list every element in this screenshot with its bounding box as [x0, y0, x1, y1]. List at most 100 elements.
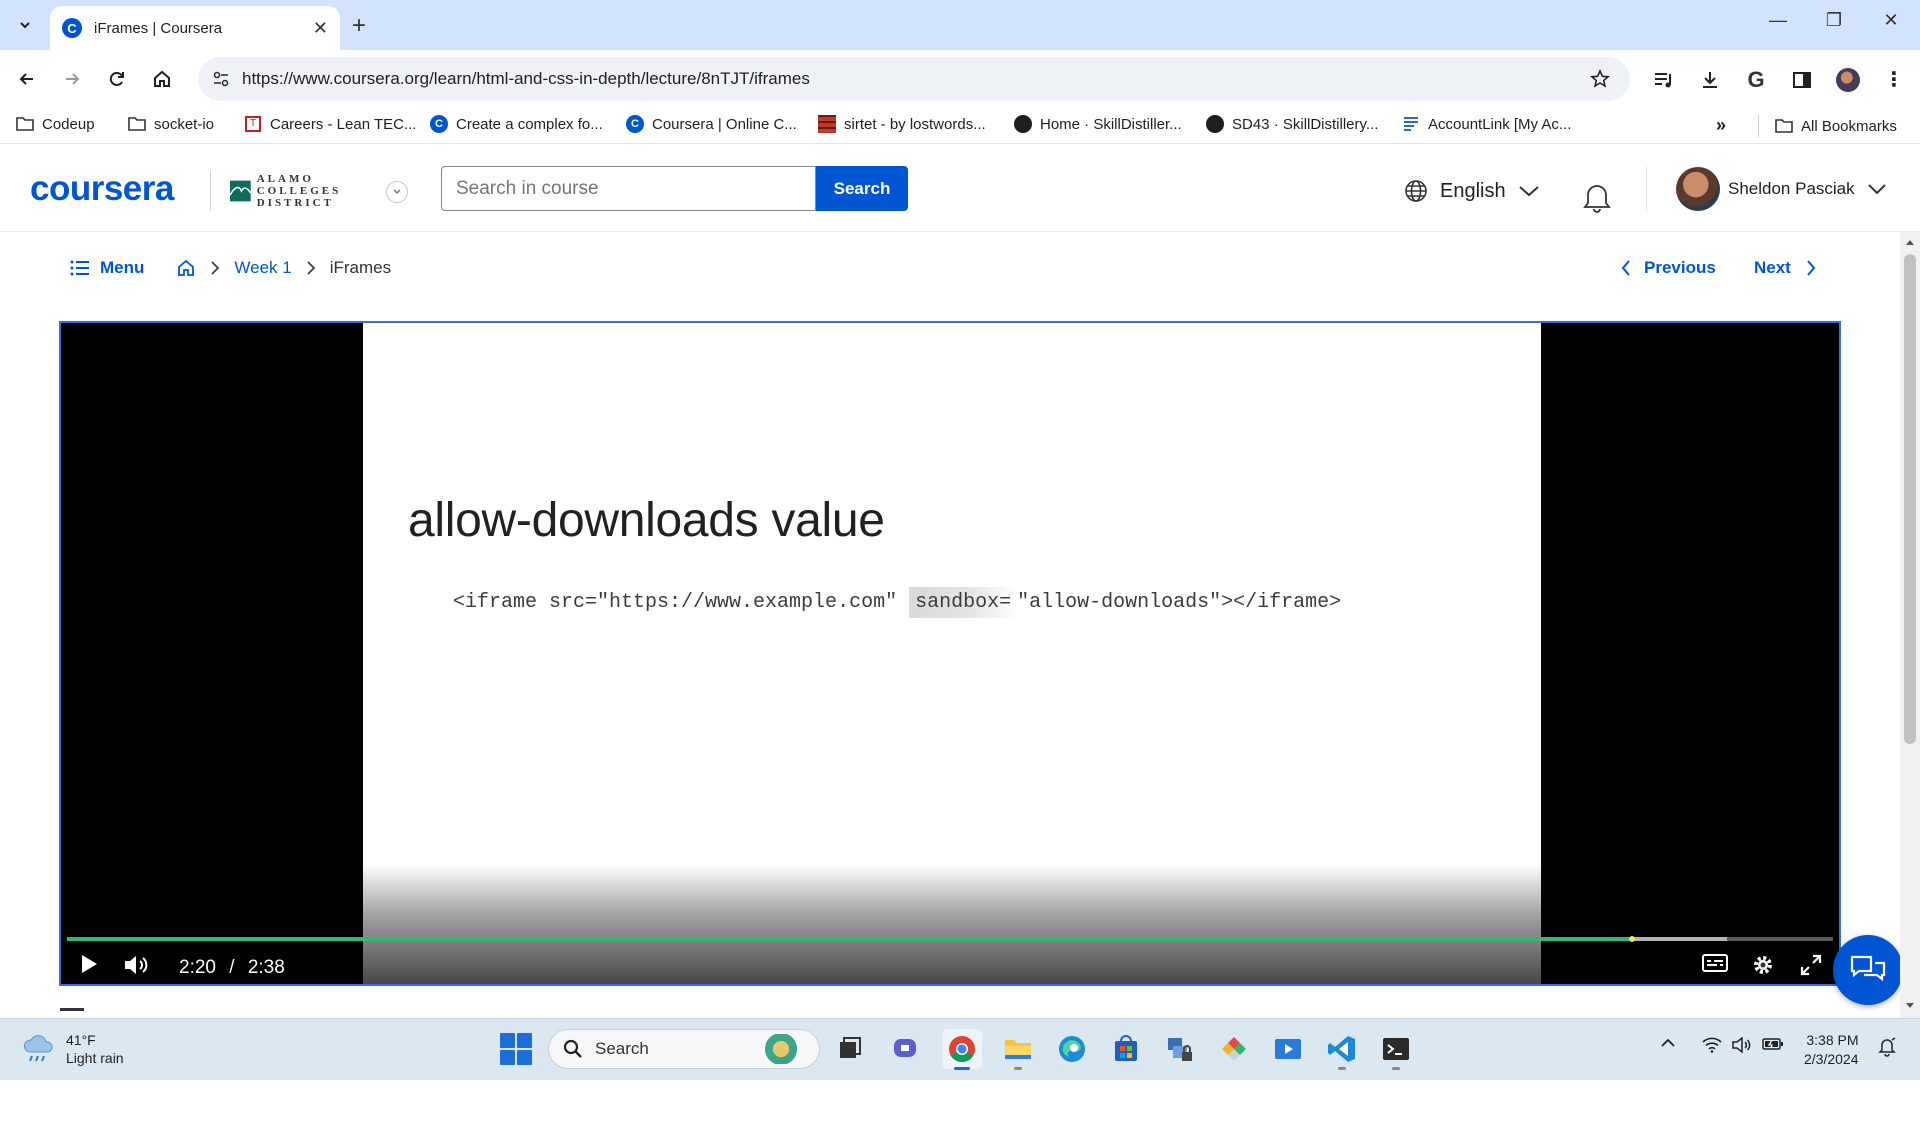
show-hidden-icons-button[interactable]	[1660, 1037, 1676, 1049]
bookmark-star-icon[interactable]	[1590, 69, 1610, 89]
task-view-button[interactable]	[830, 1029, 870, 1069]
vscode-app[interactable]	[1322, 1029, 1362, 1070]
new-tab-button[interactable]: +	[352, 12, 366, 40]
time-separator: /	[229, 957, 235, 978]
minimize-icon[interactable]: —	[1758, 10, 1798, 31]
file-explorer-app[interactable]	[998, 1029, 1038, 1070]
progress-scrubber[interactable]	[1628, 936, 1635, 942]
battery-status[interactable]	[1762, 1037, 1784, 1051]
bookmark-careers-lean-tec[interactable]: T Careers - Lean TEC...	[244, 115, 416, 133]
media-player-app[interactable]	[1268, 1029, 1308, 1069]
volume-button[interactable]	[123, 953, 151, 977]
restore-icon[interactable]: ❐	[1814, 10, 1854, 31]
bookmark-codeup[interactable]: Codeup	[16, 115, 95, 133]
arrow-right-icon	[66, 73, 80, 85]
course-search-button[interactable]: Search	[816, 166, 908, 211]
breadcrumb-week[interactable]: Week 1	[234, 258, 291, 278]
profile-avatar[interactable]	[1834, 66, 1862, 94]
captions-button[interactable]	[1701, 953, 1729, 975]
window-close-icon[interactable]: ✕	[1871, 10, 1911, 31]
coursera-header: coursera ALAMO COLLEGES DISTRICT Search …	[0, 145, 1920, 232]
bookmark-socket-io[interactable]: socket-io	[128, 115, 214, 133]
user-menu-button[interactable]: Sheldon Pasciak	[1728, 179, 1887, 199]
next-button[interactable]: Next	[1754, 258, 1817, 278]
network-lock-icon	[1168, 1038, 1192, 1061]
weather-widget[interactable]: 41°F Light rain	[22, 1031, 124, 1067]
taskbar-search[interactable]: Search	[548, 1029, 820, 1069]
header-divider	[1646, 167, 1647, 211]
bookmark-sd43[interactable]: SD43 · SkillDistillery...	[1206, 115, 1378, 133]
notifications-button[interactable]	[1582, 181, 1612, 218]
bookmark-label: Codeup	[42, 115, 95, 133]
page-scrollbar[interactable]	[1900, 232, 1920, 1018]
microsoft-store-app[interactable]	[1106, 1029, 1146, 1069]
terminal-app[interactable]	[1376, 1029, 1416, 1070]
settings-button[interactable]	[1751, 953, 1775, 977]
bookmark-skilldistiller-home[interactable]: Home · SkillDistiller...	[1014, 115, 1182, 133]
video-player[interactable]: allow-downloads value <iframe src="https…	[59, 321, 1841, 986]
folder-icon	[1775, 117, 1793, 135]
start-button[interactable]	[500, 1033, 532, 1065]
tab-close-icon[interactable]: ✕	[313, 18, 328, 39]
url-text[interactable]: https://www.coursera.org/learn/html-and-…	[242, 69, 810, 89]
language-selector[interactable]: English	[1404, 179, 1540, 203]
bookmarks-bar: Codeup socket-io T Careers - Lean TEC...…	[0, 108, 1920, 144]
bookmarks-overflow-button[interactable]: »	[1716, 115, 1726, 136]
browser-toolbar: https://www.coursera.org/learn/html-and-…	[0, 50, 1920, 108]
fullscreen-icon	[1800, 954, 1822, 976]
address-bar[interactable]: https://www.coursera.org/learn/html-and-…	[198, 57, 1630, 101]
forward-button[interactable]	[57, 64, 87, 94]
bookmark-create-complex[interactable]: C Create a complex fo...	[430, 115, 603, 133]
google-extension-icon[interactable]: G	[1742, 66, 1770, 94]
menu-button[interactable]: Menu	[70, 258, 144, 278]
system-clock[interactable]: 3:38 PM 2/3/2024	[1804, 1031, 1859, 1069]
chevron-right-icon	[306, 260, 316, 276]
scroll-up-icon[interactable]	[1905, 238, 1915, 246]
notification-center-button[interactable]	[1878, 1037, 1896, 1057]
user-avatar[interactable]	[1676, 167, 1720, 211]
chevron-right-icon	[1807, 260, 1816, 276]
taskbar-search-label: Search	[595, 1039, 649, 1058]
bookmark-accountlink[interactable]: AccountLink [My Ac...	[1402, 115, 1571, 133]
chat-button[interactable]	[1833, 935, 1903, 1005]
bookmark-coursera-online[interactable]: C Coursera | Online C...	[626, 115, 797, 133]
network-tool-app[interactable]	[1160, 1029, 1200, 1069]
chrome-app[interactable]	[942, 1029, 982, 1070]
tab-search-button[interactable]	[10, 10, 40, 40]
home-breadcrumb[interactable]	[176, 258, 196, 278]
teams-chat-app[interactable]	[886, 1029, 926, 1069]
sirtet-favicon	[818, 115, 836, 133]
download-icon[interactable]	[1696, 66, 1724, 94]
media-controls-icon[interactable]	[1650, 66, 1678, 94]
bell-icon	[1583, 185, 1611, 213]
duration: 2:38	[247, 957, 285, 978]
git-tool-app[interactable]	[1214, 1029, 1254, 1069]
play-button[interactable]	[79, 953, 99, 975]
previous-button[interactable]: Previous	[1620, 258, 1716, 278]
search-highlight-icon	[753, 1034, 809, 1064]
scrollbar-thumb[interactable]	[1904, 254, 1916, 744]
coursera-logo[interactable]: coursera	[30, 169, 174, 209]
clock-time: 3:38 PM	[1806, 1032, 1859, 1048]
video-progress-bar[interactable]	[67, 936, 1833, 942]
institution-switcher-button[interactable]	[386, 181, 408, 203]
home-button[interactable]	[147, 64, 177, 94]
site-info-icon[interactable]	[212, 70, 230, 88]
bookmark-sirtet[interactable]: sirtet - by lostwords...	[818, 115, 986, 133]
all-bookmarks-button[interactable]: All Bookmarks	[1758, 115, 1897, 137]
edge-app[interactable]	[1052, 1029, 1092, 1069]
reload-button[interactable]	[102, 64, 132, 94]
scroll-down-icon[interactable]	[1905, 1002, 1915, 1010]
side-panel-icon[interactable]	[1788, 66, 1816, 94]
alamo-colleges-logo[interactable]: ALAMO COLLEGES DISTRICT	[230, 171, 376, 211]
coursera-favicon: C	[430, 115, 448, 133]
browser-tab-active[interactable]: C iFrames | Coursera ✕	[50, 6, 340, 50]
volume-status[interactable]	[1732, 1037, 1752, 1053]
back-button[interactable]	[12, 64, 42, 94]
bookmark-label: AccountLink [My Ac...	[1428, 115, 1572, 133]
course-search-input[interactable]	[441, 166, 816, 211]
browser-tab-strip: C iFrames | Coursera ✕ + — ❐ ✕	[0, 0, 1920, 50]
chrome-menu-icon[interactable]: ⋮	[1880, 66, 1908, 94]
fullscreen-button[interactable]	[1799, 953, 1823, 977]
wifi-status[interactable]	[1702, 1037, 1722, 1053]
